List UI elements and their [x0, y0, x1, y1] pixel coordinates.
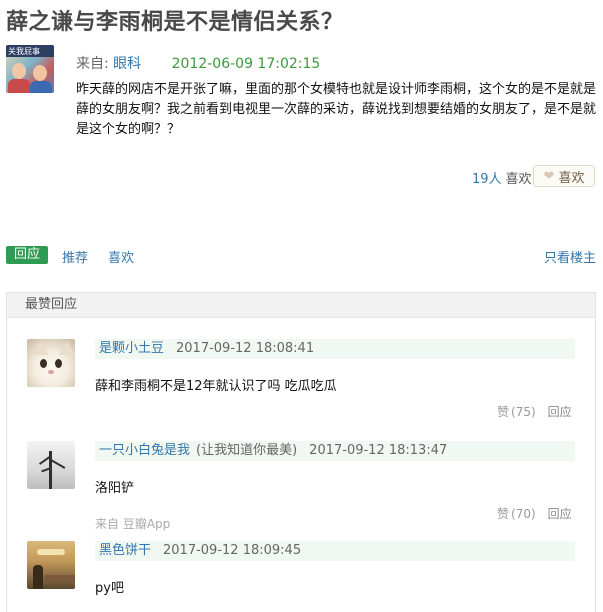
commenter-name[interactable]: 是颗小土豆 [99, 341, 164, 356]
comment-text: py吧 [95, 581, 124, 596]
like-count-suffix: 喜欢 [505, 172, 532, 187]
commenter-avatar[interactable] [27, 541, 75, 589]
comment-header: 黑色饼干 2017-09-12 18:09:45 [95, 541, 575, 561]
section-header: 最赞回应 [7, 293, 595, 318]
only-op-link[interactable]: 只看楼主 [544, 247, 596, 266]
vote-button[interactable]: 赞 [497, 405, 509, 419]
from-label: 来自: [76, 56, 109, 72]
comment-text: 薛和李雨桐不是12年就认识了吗 吃瓜吃瓜 [95, 379, 337, 394]
avatar-text: 关我屁事 [8, 47, 40, 56]
reply-button[interactable]: 回应 [548, 405, 572, 419]
avatar-banner: 关我屁事 [6, 45, 54, 57]
like-button[interactable]: ❤ 喜欢 [533, 165, 595, 187]
post-content: 昨天薛的网店不是开张了嘛，里面的那个女模特也就是设计师李雨桐，这个女的是不是就是… [76, 82, 597, 137]
comment-timestamp: 2017-09-12 18:08:41 [176, 341, 315, 356]
commenter-avatar[interactable] [27, 441, 75, 489]
commenter-name[interactable]: 一只小白兔是我 [99, 443, 190, 458]
comment-actions: 赞 (75) 回应 [497, 403, 572, 420]
comment-timestamp: 2017-09-12 18:13:47 [309, 443, 448, 458]
comment-header: 是颗小土豆 2017-09-12 18:08:41 [95, 339, 575, 359]
vote-count: (75) [511, 405, 536, 419]
commenter-name[interactable]: 黑色饼干 [99, 543, 151, 558]
comment-source: 来自 豆瓣App [95, 517, 171, 531]
heart-icon: ❤ [543, 168, 555, 184]
top-comments-section: 最赞回应 是颗小土豆 2017-09-12 18:08:41 薛和李雨桐不是12年… [6, 292, 596, 612]
comment-header: 一只小白兔是我 (让我知道你最美) 2017-09-12 18:13:47 [95, 441, 575, 461]
like-button-label: 喜欢 [558, 170, 585, 186]
author-avatar[interactable]: 关我屁事 [6, 45, 54, 93]
author-link[interactable]: 眼科 [113, 56, 141, 72]
reply-tab[interactable]: 回应 [6, 246, 48, 264]
vote-button[interactable]: 赞 [497, 507, 509, 521]
like-count-number[interactable]: 19人 [472, 172, 502, 187]
post-meta: 来自: 眼科 2012-06-09 17:02:15 [76, 53, 320, 73]
vote-count: (70) [511, 507, 536, 521]
commenter-signature: (让我知道你最美) [196, 443, 298, 458]
comment-text: 洛阳铲 [95, 481, 135, 496]
comment-actions: 赞 (70) 回应 [497, 505, 572, 522]
post-timestamp: 2012-06-09 17:02:15 [171, 56, 321, 72]
action-bar: 回应 推荐 喜欢 只看楼主 [6, 246, 596, 266]
comment-timestamp: 2017-09-12 18:09:45 [163, 543, 302, 558]
like-link[interactable]: 喜欢 [108, 247, 134, 266]
commenter-avatar[interactable] [27, 339, 75, 387]
post-title: 薛之谦与李雨桐是不是情侣关系？ [6, 10, 344, 35]
recommend-link[interactable]: 推荐 [62, 247, 88, 266]
reply-button[interactable]: 回应 [548, 507, 572, 521]
like-count[interactable]: 19人 喜欢 [472, 168, 532, 187]
